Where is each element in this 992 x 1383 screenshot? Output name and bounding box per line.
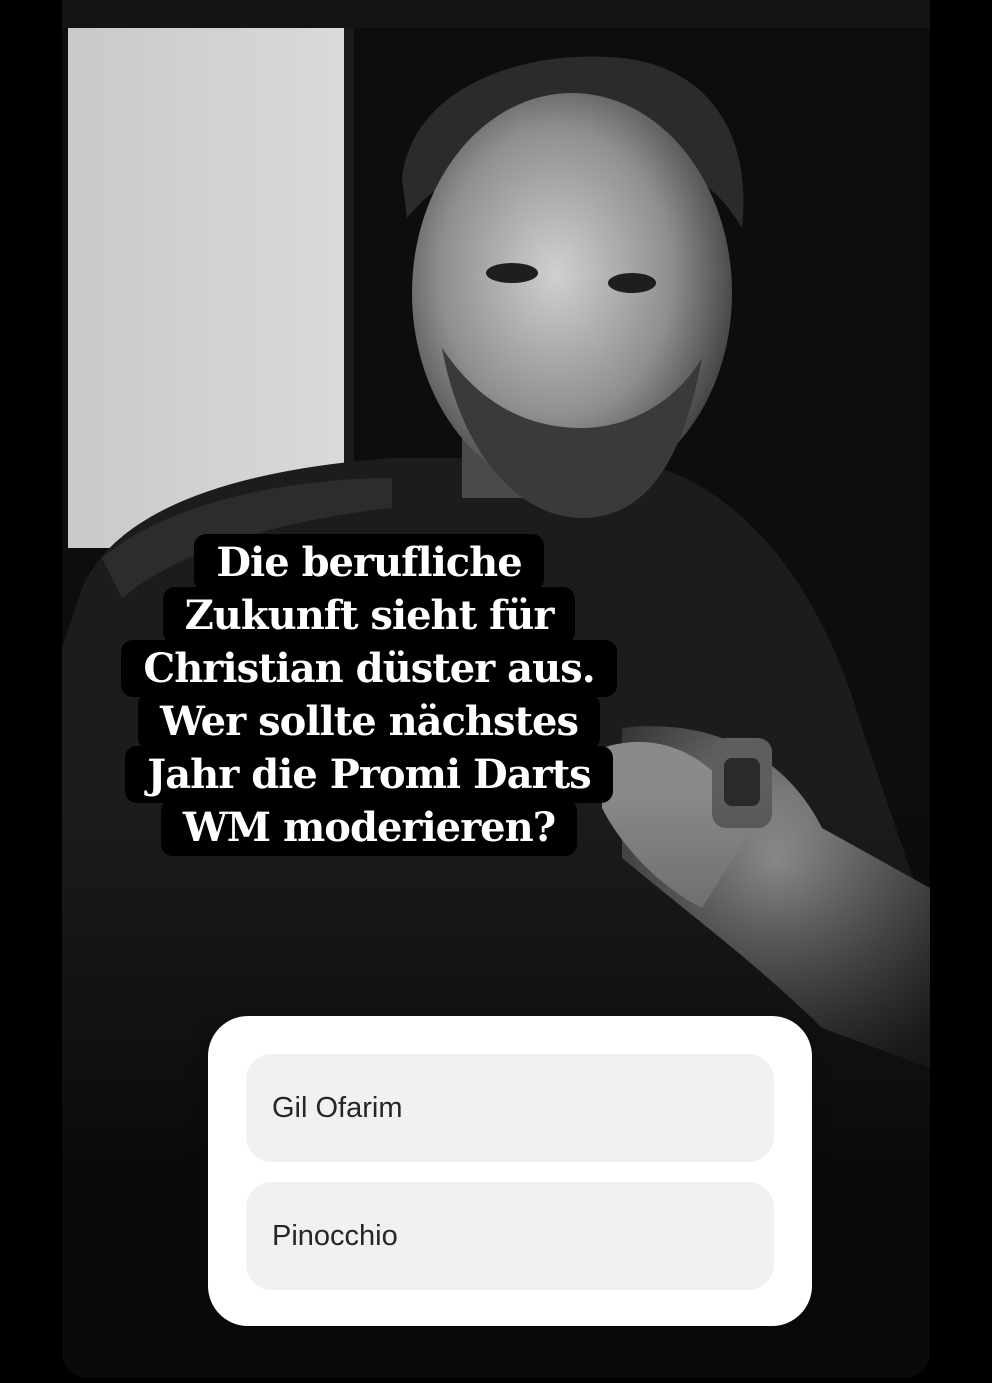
- question-caption: Die berufliche Zukunft sieht für Christi…: [86, 534, 652, 856]
- poll-option-label: Gil Ofarim: [272, 1091, 403, 1124]
- question-line: Christian düster aus.: [121, 640, 617, 697]
- story-progress-area: [62, 0, 930, 28]
- poll-sticker: Gil Ofarim Pinocchio: [208, 1016, 812, 1326]
- question-line: Die berufliche: [194, 534, 544, 591]
- question-line: Zukunft sieht für: [162, 587, 576, 644]
- question-line: WM moderieren?: [160, 799, 578, 856]
- story-card[interactable]: Die berufliche Zukunft sieht für Christi…: [62, 28, 930, 1378]
- story-screen: Die berufliche Zukunft sieht für Christi…: [0, 0, 992, 1383]
- poll-option-gil-ofarim[interactable]: Gil Ofarim: [246, 1054, 774, 1162]
- poll-option-pinocchio[interactable]: Pinocchio: [246, 1182, 774, 1290]
- question-line: Jahr die Promi Darts: [125, 746, 613, 803]
- poll-option-label: Pinocchio: [272, 1219, 398, 1252]
- question-line: Wer sollte nächstes: [138, 693, 600, 750]
